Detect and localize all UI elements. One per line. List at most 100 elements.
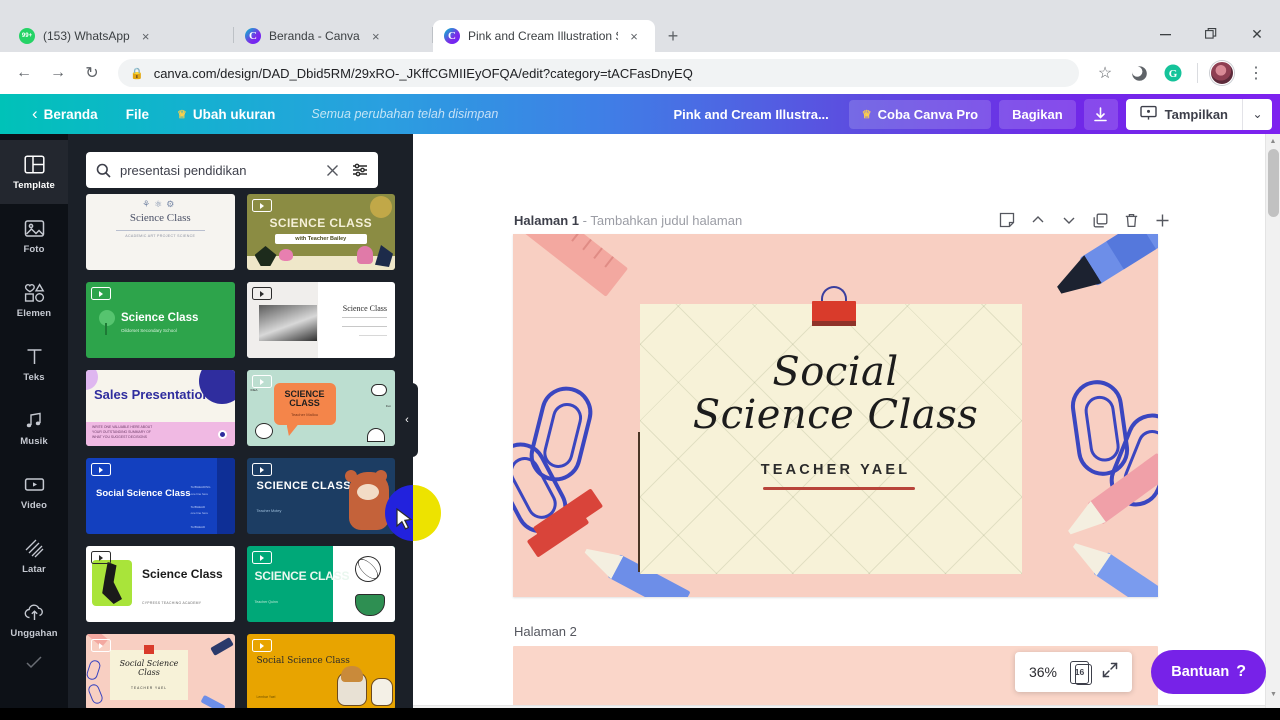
home-button[interactable]: ‹ Beranda xyxy=(18,104,112,124)
design-page-1[interactable]: Social Science Class TEACHER YAEL xyxy=(513,234,1158,597)
close-button[interactable]: ✕ xyxy=(1234,18,1280,50)
search-input[interactable]: presentasi pendidikan xyxy=(120,163,317,178)
sidebar-item-musik[interactable]: Musik xyxy=(0,396,68,460)
template-card[interactable]: SCIENCE CLASS Teacher Mallou IDEA Fun xyxy=(247,370,396,446)
forward-icon[interactable]: → xyxy=(42,57,74,89)
template-card[interactable]: Social Science Class SUBHEADINGone line … xyxy=(86,458,235,534)
left-sidebar: Template Foto Elemen xyxy=(0,134,68,720)
download-button[interactable] xyxy=(1084,99,1118,130)
tab-title: (153) WhatsApp xyxy=(43,29,130,43)
address-bar[interactable]: 🔒 canva.com/design/DAD_Dbid5RM/29xRO-_JK… xyxy=(118,59,1079,87)
template-subtitle: CYPRESS TEACHING ACADEMY xyxy=(142,601,201,605)
vertical-scrollbar[interactable]: ▲ ▼ xyxy=(1265,134,1280,720)
expand-icon[interactable] xyxy=(1102,662,1118,683)
minimize-button[interactable] xyxy=(1142,18,1188,50)
grammarly-icon[interactable]: G xyxy=(1157,57,1189,89)
template-subtitle: with Teacher Bailey xyxy=(275,234,368,244)
template-card[interactable]: SCIENCE CLASS Teacher Quinn xyxy=(247,546,396,622)
try-canva-pro-button[interactable]: ♕ Coba Canva Pro xyxy=(849,100,991,129)
trash-icon[interactable] xyxy=(1119,208,1143,232)
notes-icon[interactable] xyxy=(995,208,1019,232)
design-title-text[interactable]: Social Science Class xyxy=(513,352,1158,436)
reload-icon[interactable]: ↻ xyxy=(76,57,108,89)
resize-button[interactable]: ♕ Ubah ukuran xyxy=(163,107,289,122)
template-icon xyxy=(23,153,45,175)
moon-icon[interactable] xyxy=(1123,57,1155,89)
video-badge-icon xyxy=(252,551,272,564)
help-label: Bantuan xyxy=(1171,664,1229,680)
page-1-label[interactable]: Halaman 1 - Tambahkan judul halaman xyxy=(514,213,742,228)
duplicate-icon[interactable] xyxy=(1088,208,1112,232)
video-badge-icon xyxy=(252,199,272,212)
template-card[interactable]: Science Class Oildorset Secondary School xyxy=(86,282,235,358)
add-page-icon[interactable] xyxy=(1150,208,1174,232)
tab-close-icon[interactable]: × xyxy=(626,28,642,44)
sidebar-item-template[interactable]: Template xyxy=(0,140,68,204)
video-badge-icon xyxy=(91,551,111,564)
window-top-strip xyxy=(0,0,1280,18)
template-card[interactable]: Social Science Class TEACHER YAEL xyxy=(86,634,235,710)
design-title[interactable]: Pink and Cream Illustra... xyxy=(673,107,828,122)
scroll-thumb[interactable] xyxy=(1268,149,1279,217)
text-icon xyxy=(23,345,45,367)
design-title-line2: Science Class xyxy=(513,395,1158,436)
sidebar-item-unggahan[interactable]: Unggahan xyxy=(0,588,68,652)
new-tab-button[interactable]: + xyxy=(659,22,687,50)
panel-collapse-handle[interactable]: ‹ xyxy=(396,383,418,457)
sidebar-item-latar[interactable]: Latar xyxy=(0,524,68,588)
template-card[interactable]: SCIENCE CLASS with Teacher Bailey xyxy=(247,194,396,270)
music-icon xyxy=(23,409,45,431)
scroll-down-icon[interactable]: ▼ xyxy=(1266,687,1280,702)
template-card[interactable]: Science Class CYPRESS TEACHING ACADEMY xyxy=(86,546,235,622)
browser-menu-icon[interactable]: ⋮ xyxy=(1240,57,1272,89)
file-menu-button[interactable]: File xyxy=(112,107,163,122)
presentation-icon xyxy=(1140,105,1157,124)
template-card[interactable]: Social Science Class Lembar Yael xyxy=(247,634,396,710)
share-button[interactable]: Bagikan xyxy=(999,100,1076,129)
help-button[interactable]: Bantuan ? xyxy=(1151,650,1266,694)
tab-close-icon[interactable]: × xyxy=(138,28,154,44)
sidebar-item-elemen[interactable]: Elemen xyxy=(0,268,68,332)
tab-title: Pink and Cream Illustration Socia xyxy=(468,29,618,43)
present-dropdown-icon[interactable]: ⌄ xyxy=(1242,99,1272,130)
filter-icon[interactable] xyxy=(352,162,368,178)
page-count-badge[interactable]: 16 xyxy=(1070,661,1089,684)
page-separator: - xyxy=(583,213,587,228)
template-card[interactable]: Sales Presentation WRITE ONE VALUABLE HE… xyxy=(86,370,235,446)
template-search-bar[interactable]: presentasi pendidikan xyxy=(86,152,378,188)
bookmark-star-icon[interactable]: ☆ xyxy=(1089,57,1121,89)
template-subtitle: Teacher Motey xyxy=(257,509,282,513)
sidebar-item-video[interactable]: Video xyxy=(0,460,68,524)
sidebar-item-teks[interactable]: Teks xyxy=(0,332,68,396)
browser-tab-canva-home[interactable]: C Beranda - Canva × xyxy=(234,20,432,52)
template-panel: Science Class ACADEMIC ART PROJECT SCIEN… xyxy=(68,134,413,720)
clear-search-icon[interactable] xyxy=(326,164,339,177)
template-card[interactable]: Science Class ACADEMIC ART PROJECT SCIEN… xyxy=(86,194,235,270)
sidebar-item-foto[interactable]: Foto xyxy=(0,204,68,268)
scroll-up-icon[interactable]: ▲ xyxy=(1266,134,1280,149)
zoom-level[interactable]: 36% xyxy=(1029,664,1057,680)
design-author-text[interactable]: TEACHER YAEL xyxy=(513,462,1158,478)
template-card[interactable]: SCIENCE CLASS Teacher Motey xyxy=(247,458,396,534)
maximize-button[interactable] xyxy=(1188,18,1234,50)
sidebar-item-more[interactable] xyxy=(0,652,68,672)
template-title: SCIENCE CLASS xyxy=(255,570,350,582)
present-button[interactable]: Tampilkan xyxy=(1126,99,1242,130)
page-number-label: Halaman 1 xyxy=(514,213,579,228)
video-badge-icon xyxy=(91,639,111,652)
page-title-placeholder[interactable]: Tambahkan judul halaman xyxy=(590,213,742,228)
search-container: presentasi pendidikan xyxy=(86,152,378,188)
browser-tab-whatsapp[interactable]: (153) WhatsApp × xyxy=(8,20,233,52)
chevron-down-icon[interactable] xyxy=(1057,208,1081,232)
present-label: Tampilkan xyxy=(1165,107,1228,122)
page-1-header: Halaman 1 - Tambahkan judul halaman xyxy=(514,208,1174,232)
avatar[interactable] xyxy=(1206,57,1238,89)
template-card[interactable]: Science Class xyxy=(247,282,396,358)
browser-tab-design[interactable]: C Pink and Cream Illustration Socia × xyxy=(433,20,655,52)
chevron-left-icon: ‹ xyxy=(32,104,38,124)
back-icon[interactable]: ← xyxy=(8,57,40,89)
page-2-label[interactable]: Halaman 2 xyxy=(514,624,577,639)
template-subtitle: TEACHER YAEL xyxy=(110,686,188,690)
chevron-up-icon[interactable] xyxy=(1026,208,1050,232)
tab-close-icon[interactable]: × xyxy=(368,28,384,44)
